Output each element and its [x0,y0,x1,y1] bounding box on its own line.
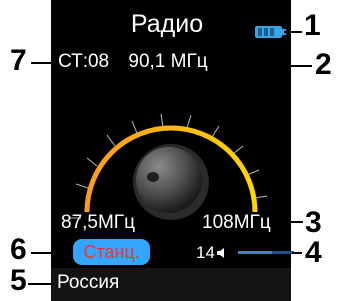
current-frequency: 90,1 МГц [128,51,208,72]
callout-2: 2 [315,48,332,81]
callout-3-leader [287,221,303,223]
page-title: Радио [90,9,244,39]
callout-4-leader [292,252,302,254]
range-min-label: 87,5МГц [61,212,135,233]
tuning-dial[interactable] [51,100,291,220]
callout-2-leader [230,65,312,67]
callout-6-leader [31,252,71,254]
callout-5-leader [28,283,54,285]
range-max-label: 108МГц [202,212,271,233]
station-frequency-line: СТ:08 90,1 МГц [58,51,208,73]
volume-slider[interactable] [238,251,294,254]
callout-3: 3 [305,206,322,239]
station-button[interactable]: Станц. [73,239,150,265]
battery-icon [255,26,286,38]
callout-7-leader [31,62,55,64]
station-number: СТ:08 [58,51,110,72]
callout-7: 7 [10,44,27,77]
callout-6: 6 [10,233,27,266]
callout-5: 5 [10,264,27,297]
callout-4: 4 [305,236,322,269]
country-label: Россия [57,272,120,293]
speaker-icon [217,248,224,258]
callout-1-leader [284,31,302,33]
volume-level-fill [238,251,272,254]
callout-1: 1 [304,9,321,42]
volume-value: 14 [196,243,215,262]
